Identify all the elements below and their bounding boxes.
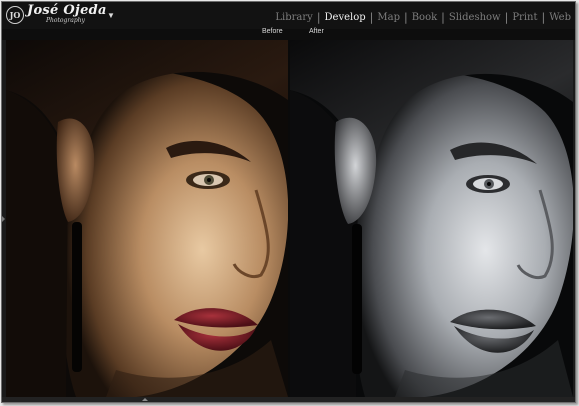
module-book[interactable]: Book — [408, 12, 441, 23]
compare-label-strip: Before After — [2, 28, 575, 40]
module-print[interactable]: Print — [508, 12, 541, 23]
module-map[interactable]: Map — [373, 12, 404, 23]
filmstrip-bar — [2, 397, 575, 402]
identity-plate-subtitle: Photography — [46, 17, 85, 24]
triangle-down-icon[interactable]: ▼ — [107, 11, 115, 20]
module-library[interactable]: Library — [271, 12, 316, 23]
module-web[interactable]: Web — [545, 12, 575, 23]
before-portrait-image — [6, 40, 288, 397]
identity-plate-name: José Ojeda — [27, 3, 107, 18]
module-develop[interactable]: Develop — [321, 12, 370, 23]
logo-emblem: JO — [6, 6, 24, 24]
after-image-pane[interactable] — [290, 40, 573, 397]
module-picker: Library | Develop | Map | Book | Slidesh… — [271, 11, 575, 24]
before-image-pane[interactable] — [6, 40, 288, 397]
filmstrip-toggle-arrow-icon[interactable] — [142, 398, 148, 401]
identity-bar: JO José Ojeda Photography ▼ Library | De… — [2, 2, 575, 30]
after-portrait-image — [290, 40, 573, 397]
lightroom-window: JO José Ojeda Photography ▼ Library | De… — [1, 1, 576, 403]
module-slideshow[interactable]: Slideshow — [445, 12, 505, 23]
left-panel-toggle-arrow-icon[interactable] — [2, 216, 5, 222]
before-label: Before — [262, 28, 283, 35]
after-label: After — [309, 28, 324, 35]
